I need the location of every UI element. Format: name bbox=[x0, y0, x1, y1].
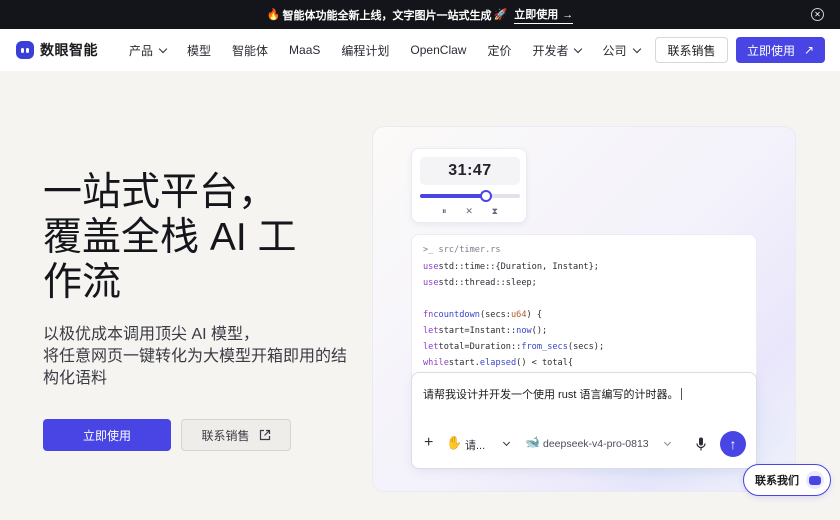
close-icon[interactable]: ✕ bbox=[465, 206, 473, 217]
timer-progress-slider[interactable] bbox=[420, 190, 520, 202]
rocket-icon: 🚀 bbox=[493, 9, 508, 21]
brand-logo[interactable]: 数眼智能 bbox=[16, 40, 98, 60]
robot-icon bbox=[806, 471, 824, 489]
nav-item-developers[interactable]: 开发者 bbox=[532, 42, 583, 59]
use-now-button[interactable]: 立即使用 ↗ bbox=[736, 37, 825, 63]
chat-prompt-text[interactable]: 请帮我设计并开发一个使用 rust 语言编写的计时器。 bbox=[423, 386, 683, 402]
brand-name: 数眼智能 bbox=[40, 42, 98, 58]
chevron-down-icon[interactable] bbox=[663, 438, 672, 447]
send-button[interactable]: ↑ bbox=[720, 431, 746, 457]
timer-widget: 31:47 ⏸ ✕ ⧗ bbox=[411, 148, 527, 223]
contact-sales-button[interactable]: 联系销售 bbox=[655, 37, 728, 63]
file-path: >_ src/timer.rs bbox=[423, 245, 501, 255]
nav-item-product[interactable]: 产品 bbox=[129, 42, 168, 59]
code-editor: >_ src/timer.rs usestd::time::{Duration,… bbox=[411, 234, 757, 384]
timer-slider-knob[interactable] bbox=[480, 190, 492, 202]
chevron-down-icon bbox=[574, 44, 583, 53]
nav-item-agents[interactable]: 智能体 bbox=[232, 42, 268, 59]
code-line: fncountdown(secs:u64) { bbox=[423, 310, 543, 320]
arrow-right-icon: → bbox=[562, 8, 574, 21]
nav-item-coding-plan[interactable]: 编程计划 bbox=[341, 42, 389, 59]
hourglass-icon[interactable]: ⧗ bbox=[492, 206, 498, 217]
nav-item-openclaw[interactable]: OpenClaw bbox=[410, 43, 466, 57]
hero-use-now-button[interactable]: 立即使用 bbox=[43, 419, 171, 451]
top-nav: 数眼智能 产品 模型 智能体 MaaS 编程计划 OpenClaw 定价 开发者… bbox=[0, 29, 840, 71]
mode-selector[interactable]: 请... bbox=[465, 437, 485, 453]
plus-icon[interactable]: + bbox=[424, 435, 433, 451]
hero-subtitle: 以极优成本调用顶尖 AI 模型， 将任意网页一键转化为大模型开箱即用的结 构化语… bbox=[43, 326, 348, 387]
nav-item-pricing[interactable]: 定价 bbox=[487, 42, 511, 59]
chevron-down-icon bbox=[158, 44, 168, 53]
nav-item-maas[interactable]: MaaS bbox=[289, 43, 320, 57]
external-link-icon bbox=[259, 429, 270, 441]
code-line: usestd::thread::sleep; bbox=[423, 278, 537, 288]
model-selector[interactable]: deepseek-v4-pro-0813 bbox=[543, 438, 649, 450]
code-line: usestd::time::{Duration, Instant}; bbox=[423, 262, 599, 272]
nav-item-models[interactable]: 模型 bbox=[187, 42, 211, 59]
pause-icon[interactable]: ⏸ bbox=[442, 206, 447, 217]
microphone-icon[interactable] bbox=[696, 437, 706, 451]
chat-input-box[interactable]: 请帮我设计并开发一个使用 rust 语言编写的计时器。 + ✋ 请... 🐋 d… bbox=[411, 372, 757, 469]
announcement-text: 智能体功能全新上线，文字图片一站式生成 bbox=[282, 9, 492, 22]
code-line: lettotal=Duration::from_secs(secs); bbox=[423, 342, 605, 352]
chevron-down-icon bbox=[632, 44, 641, 53]
announcement-cta-link[interactable]: 立即使用 → bbox=[514, 6, 574, 24]
timer-progress-fill bbox=[420, 194, 486, 198]
hero-contact-sales-button[interactable]: 联系销售 bbox=[181, 419, 291, 451]
code-line: whilestart.elapsed() < total{ bbox=[423, 358, 574, 368]
hero-title: 一站式平台， 覆盖全栈 AI 工 作流 bbox=[43, 171, 297, 304]
close-icon[interactable]: ✕ bbox=[811, 8, 824, 21]
chevron-down-icon[interactable] bbox=[502, 438, 511, 447]
timer-controls: ⏸ ✕ ⧗ bbox=[442, 205, 498, 217]
hand-icon[interactable]: ✋ bbox=[446, 436, 462, 450]
fire-icon: 🔥 bbox=[266, 9, 281, 21]
announcement-bar: 🔥 智能体功能全新上线，文字图片一站式生成 🚀 立即使用 → ✕ bbox=[0, 0, 840, 29]
timer-display: 31:47 bbox=[420, 157, 520, 185]
nav-menu: 产品 模型 智能体 MaaS 编程计划 OpenClaw 定价 开发者 公司 bbox=[129, 29, 661, 71]
text-caret bbox=[681, 388, 683, 400]
code-line: letstart=Instant::now(); bbox=[423, 326, 548, 336]
arrow-up-right-icon: ↗ bbox=[803, 43, 815, 57]
whale-icon: 🐋 bbox=[525, 435, 540, 449]
nav-item-company[interactable]: 公司 bbox=[602, 42, 641, 59]
robot-logo-icon bbox=[16, 41, 34, 59]
contact-us-float-button[interactable]: 联系我们 bbox=[743, 464, 831, 496]
